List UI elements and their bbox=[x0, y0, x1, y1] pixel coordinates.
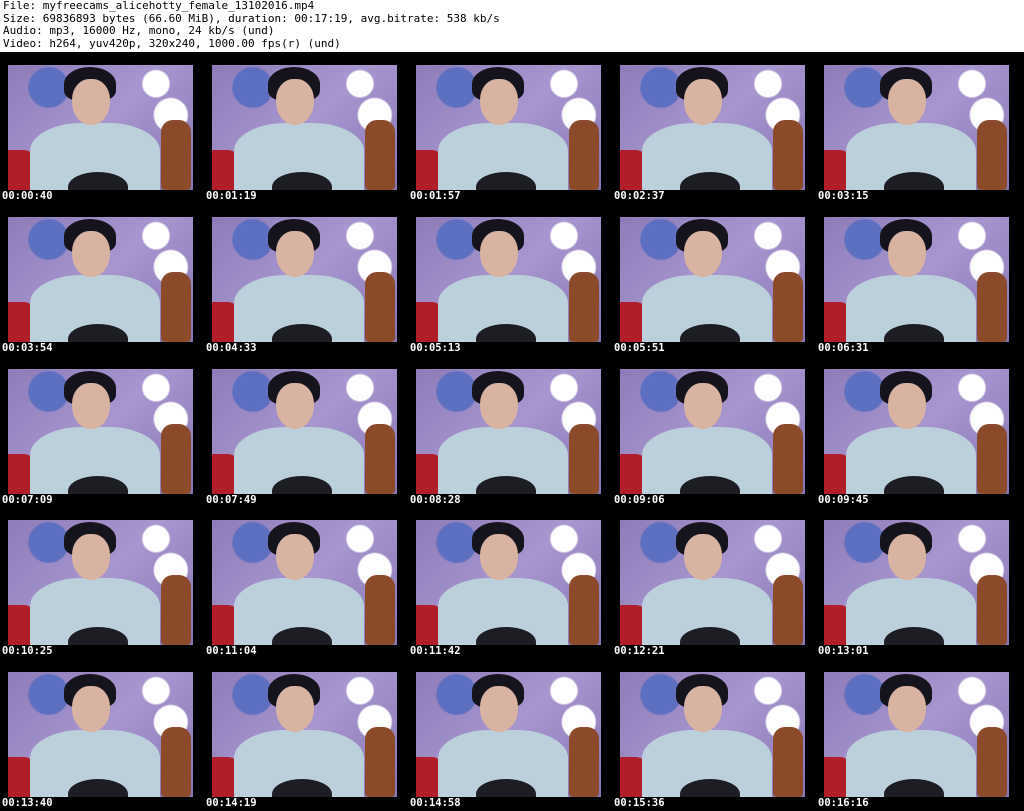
thumbnail-timestamp: 00:09:06 bbox=[614, 494, 665, 506]
thumbnail-timestamp: 00:07:49 bbox=[206, 494, 257, 506]
thumbnail: 00:07:49 bbox=[204, 356, 408, 507]
thumbnail-image bbox=[824, 65, 1009, 190]
thumbnail-grid: 00:00:40 00:01:19 00:01:57 00:02:37 00:03:15… bbox=[0, 52, 1024, 811]
thumbnail: 00:10:25 bbox=[0, 507, 204, 658]
thumbnail: 00:14:58 bbox=[408, 659, 612, 810]
thumbnail-timestamp: 00:12:21 bbox=[614, 645, 665, 657]
thumbnail: 00:09:45 bbox=[816, 356, 1020, 507]
file-line: File: myfreecams_alicehotty_female_13102… bbox=[3, 0, 315, 12]
thumbnail-image bbox=[212, 369, 397, 494]
thumbnail: 00:03:15 bbox=[816, 52, 1020, 203]
thumbnail-timestamp: 00:15:36 bbox=[614, 797, 665, 809]
audio-line: Audio: mp3, 16000 Hz, mono, 24 kb/s (und… bbox=[3, 24, 275, 37]
thumbnail: 00:02:37 bbox=[612, 52, 816, 203]
thumbnail: 00:16:16 bbox=[816, 659, 1020, 810]
thumbnail: 00:15:36 bbox=[612, 659, 816, 810]
thumbnail-image bbox=[824, 520, 1009, 645]
thumbnail: 00:11:04 bbox=[204, 507, 408, 658]
thumbnail-image bbox=[8, 217, 193, 342]
thumbnail-image bbox=[416, 369, 601, 494]
thumbnail-timestamp: 00:07:09 bbox=[2, 494, 53, 506]
thumbnail-timestamp: 00:03:15 bbox=[818, 190, 869, 202]
thumbnail-timestamp: 00:04:33 bbox=[206, 342, 257, 354]
thumbnail-timestamp: 00:08:28 bbox=[410, 494, 461, 506]
thumbnail: 00:12:21 bbox=[612, 507, 816, 658]
thumbnail-timestamp: 00:10:25 bbox=[2, 645, 53, 657]
thumbnail-timestamp: 00:11:04 bbox=[206, 645, 257, 657]
thumbnail-image bbox=[824, 369, 1009, 494]
thumbnail-image bbox=[416, 217, 601, 342]
thumbnail-timestamp: 00:16:16 bbox=[818, 797, 869, 809]
media-info-header: File: myfreecams_alicehotty_female_13102… bbox=[3, 0, 500, 50]
thumbnail-image bbox=[824, 217, 1009, 342]
thumbnail-timestamp: 00:13:40 bbox=[2, 797, 53, 809]
thumbnail-image bbox=[212, 217, 397, 342]
thumbnail-timestamp: 00:03:54 bbox=[2, 342, 53, 354]
thumbnail-image bbox=[416, 65, 601, 190]
thumbnail: 00:05:13 bbox=[408, 204, 612, 355]
thumbnail-image bbox=[620, 65, 805, 190]
thumbnail-image bbox=[8, 369, 193, 494]
video-line: Video: h264, yuv420p, 320x240, 1000.00 f… bbox=[3, 36, 341, 50]
thumbnail-image bbox=[620, 672, 805, 797]
thumbnail-timestamp: 00:01:57 bbox=[410, 190, 461, 202]
thumbnail: 00:05:51 bbox=[612, 204, 816, 355]
thumbnail-timestamp: 00:05:13 bbox=[410, 342, 461, 354]
thumbnail-timestamp: 00:14:19 bbox=[206, 797, 257, 809]
thumbnail-timestamp: 00:00:40 bbox=[2, 190, 53, 202]
thumbnail-image bbox=[620, 369, 805, 494]
thumbnail-image bbox=[620, 520, 805, 645]
thumbnail: 00:07:09 bbox=[0, 356, 204, 507]
thumbnail-timestamp: 00:02:37 bbox=[614, 190, 665, 202]
thumbnail: 00:13:01 bbox=[816, 507, 1020, 658]
thumbnail-image bbox=[8, 520, 193, 645]
thumbnail-image bbox=[212, 65, 397, 190]
thumbnail: 00:13:40 bbox=[0, 659, 204, 810]
thumbnail: 00:03:54 bbox=[0, 204, 204, 355]
thumbnail-image bbox=[824, 672, 1009, 797]
thumbnail-image bbox=[416, 520, 601, 645]
thumbnail-timestamp: 00:05:51 bbox=[614, 342, 665, 354]
thumbnail-image bbox=[620, 217, 805, 342]
thumbnail: 00:08:28 bbox=[408, 356, 612, 507]
thumbnail: 00:09:06 bbox=[612, 356, 816, 507]
thumbnail: 00:01:19 bbox=[204, 52, 408, 203]
thumbnail: 00:01:57 bbox=[408, 52, 612, 203]
thumbnail: 00:06:31 bbox=[816, 204, 1020, 355]
thumbnail-timestamp: 00:09:45 bbox=[818, 494, 869, 506]
thumbnail-timestamp: 00:01:19 bbox=[206, 190, 257, 202]
thumbnail: 00:00:40 bbox=[0, 52, 204, 203]
thumbnail-image bbox=[212, 520, 397, 645]
thumbnail: 00:04:33 bbox=[204, 204, 408, 355]
thumbnail-timestamp: 00:14:58 bbox=[410, 797, 461, 809]
thumbnail: 00:11:42 bbox=[408, 507, 612, 658]
thumbnail-timestamp: 00:13:01 bbox=[818, 645, 869, 657]
thumbnail-image bbox=[416, 672, 601, 797]
thumbnail-image bbox=[8, 65, 193, 190]
thumbnail-timestamp: 00:11:42 bbox=[410, 645, 461, 657]
thumbnail-timestamp: 00:06:31 bbox=[818, 342, 869, 354]
thumbnail-image bbox=[8, 672, 193, 797]
thumbnail-image bbox=[212, 672, 397, 797]
thumbnail: 00:14:19 bbox=[204, 659, 408, 810]
